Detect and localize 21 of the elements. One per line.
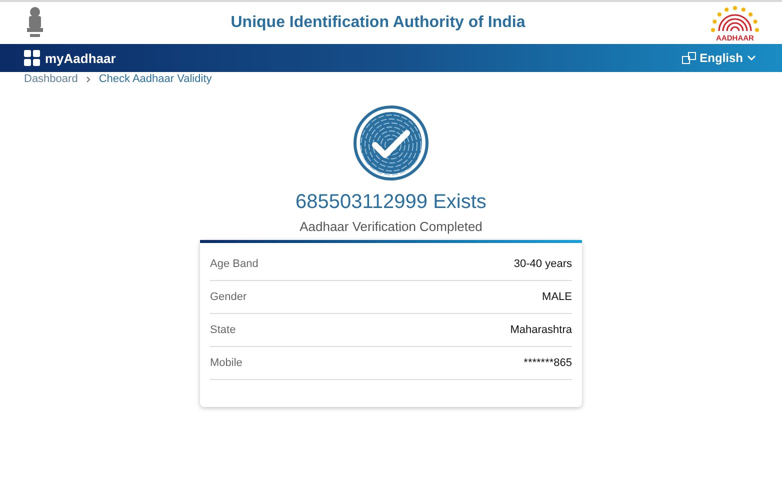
- grid-icon: [24, 50, 40, 66]
- breadcrumb-link[interactable]: Dashboard: [24, 73, 78, 85]
- brand-name: myAadhaar: [45, 50, 116, 66]
- page-title: Unique Identification Authority of India: [230, 14, 526, 32]
- translate-icon: [682, 52, 696, 64]
- result-subtitle: Aadhaar Verification Completed: [300, 219, 482, 234]
- result-heading: 685503112999 Exists: [296, 191, 486, 214]
- detail-label: State: [210, 324, 236, 336]
- breadcrumb-link[interactable]: Check Aadhaar Validity: [98, 73, 212, 85]
- language-selector[interactable]: English: [682, 51, 756, 65]
- detail-value: MALE: [542, 291, 572, 303]
- detail-value: 30-40 years: [514, 258, 572, 270]
- detail-label: Gender: [210, 291, 247, 303]
- detail-value: Maharashtra: [510, 324, 572, 336]
- chevron-icon: [86, 76, 91, 82]
- fingerprint-check-icon: [353, 105, 429, 181]
- caret-icon: [747, 55, 756, 61]
- detail-label: Mobile: [210, 357, 242, 369]
- emblem-icon: [24, 6, 46, 40]
- detail-label: Age Band: [210, 258, 258, 270]
- detail-value: *******865: [524, 357, 572, 369]
